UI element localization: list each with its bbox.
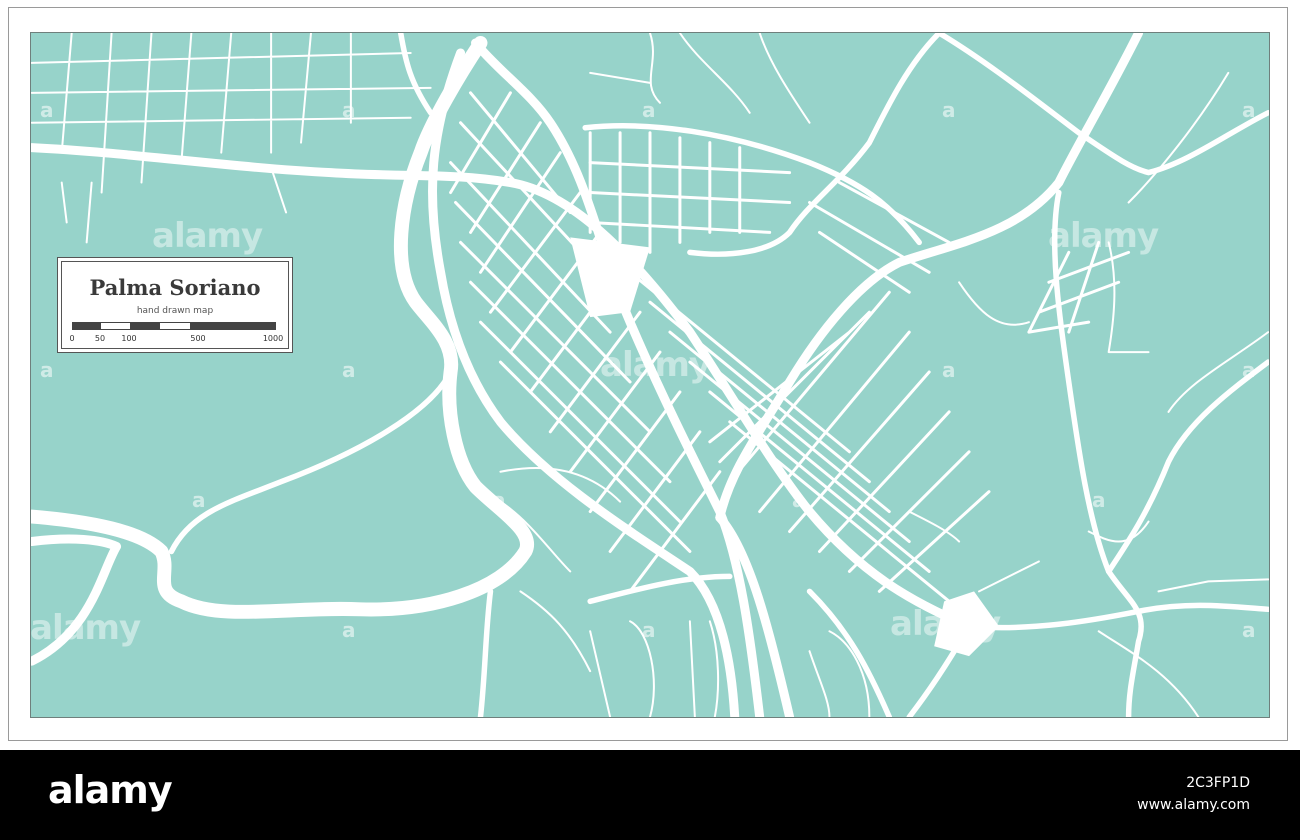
scale-segment: [129, 323, 160, 329]
watermark-letter: a: [792, 488, 806, 512]
watermark-letter: a: [342, 358, 356, 382]
scale-segment: [159, 323, 191, 329]
watermark-text: alamy: [152, 216, 263, 256]
scale-tick-label: 100: [121, 334, 137, 343]
image-info: 2C3FP1D www.alamy.com: [1137, 772, 1250, 816]
watermark-text: alamy: [890, 604, 1001, 644]
downtown-grid: [449, 91, 1131, 603]
scale-tick-label: 0: [69, 334, 75, 343]
scale-tick-label: 50: [94, 334, 106, 343]
stock-footer: alamy 2C3FP1D www.alamy.com: [0, 750, 1300, 840]
map-legend: Palma Soriano hand drawn map 0 50 100 50…: [57, 257, 293, 353]
site-url: www.alamy.com: [1137, 797, 1250, 813]
scale-tick-label: 500: [190, 334, 206, 343]
legend-subtitle: hand drawn map: [136, 306, 214, 316]
scale-segment: [73, 323, 102, 329]
watermark-letter: a: [1242, 98, 1256, 122]
watermark-letter: a: [942, 358, 956, 382]
watermark-letter: a: [642, 98, 656, 122]
watermark-text: alamy: [30, 608, 141, 648]
watermark-letter: a: [942, 98, 956, 122]
brand-logo: alamy: [48, 768, 173, 812]
city-name: Palma Soriano: [89, 275, 261, 300]
legend-inner-border: Palma Soriano hand drawn map 0 50 100 50…: [61, 261, 289, 349]
watermark-letter: a: [40, 358, 54, 382]
scale-bar: [72, 322, 276, 330]
watermark-letter: a: [342, 618, 356, 642]
image-id: 2C3FP1D: [1186, 775, 1250, 791]
watermark-letter: a: [342, 98, 356, 122]
scale-tick-label: 1000: [262, 334, 284, 343]
watermark-letter: a: [642, 618, 656, 642]
scale-segment: [101, 323, 130, 329]
watermark-letter: a: [1242, 618, 1256, 642]
watermark-text: alamy: [1048, 216, 1159, 256]
watermark-letter: a: [40, 98, 54, 122]
watermark-letter: a: [192, 488, 206, 512]
watermark-letter: a: [1092, 488, 1106, 512]
watermark-letter: a: [492, 488, 506, 512]
scale-segment: [190, 323, 275, 329]
watermark-letter: a: [1242, 358, 1256, 382]
watermark-text: alamy: [600, 345, 711, 385]
